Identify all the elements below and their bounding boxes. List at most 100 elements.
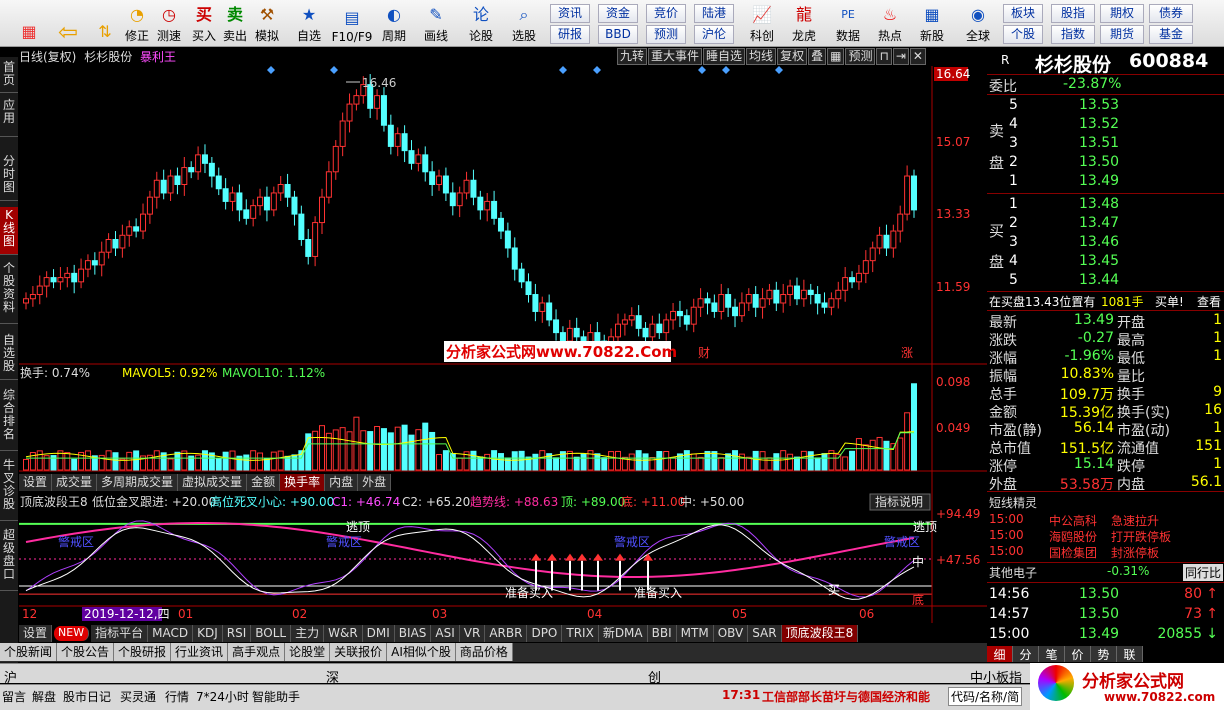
indicator-tab[interactable]: DPO bbox=[527, 625, 563, 642]
up-down-button[interactable]: ⇅ bbox=[92, 3, 118, 44]
options-button[interactable]: 期权 bbox=[1100, 4, 1144, 23]
shanghai-london-button[interactable]: 沪伦 bbox=[694, 25, 734, 44]
indicator-tab[interactable]: BBI bbox=[647, 625, 677, 642]
news-ticker[interactable]: 工信部部长苗圩与德国经济和能 bbox=[762, 688, 930, 705]
star-market-button[interactable]: 📈 科创 bbox=[744, 3, 780, 44]
tab-volume[interactable]: 成交量 bbox=[52, 474, 98, 491]
indicator-tab[interactable]: 新DMA bbox=[598, 625, 648, 642]
market-button[interactable]: 行情 bbox=[165, 688, 189, 705]
research-button[interactable]: 研报 bbox=[550, 25, 590, 44]
kline-chart-area[interactable]: 16.64 15.07 13.33 11.59 16.46 分析家公式网www.… bbox=[0, 48, 987, 644]
info-tab[interactable]: 论股堂 bbox=[285, 643, 331, 661]
info-tab[interactable]: 个股研报 bbox=[114, 643, 172, 661]
info-tab[interactable]: 个股新闻 bbox=[0, 643, 58, 661]
analysis-button[interactable]: 解盘 bbox=[32, 688, 56, 705]
sell-button[interactable]: 卖 卖出 bbox=[221, 3, 249, 44]
event-diamond-icon[interactable] bbox=[775, 66, 783, 74]
info-tab[interactable]: 行业资讯 bbox=[171, 643, 229, 661]
indicator-tab[interactable]: 主力 bbox=[291, 625, 325, 642]
speed-test-button[interactable]: ◷ 测速 bbox=[154, 3, 184, 44]
tab-turnover[interactable]: 换手率 bbox=[280, 474, 326, 491]
indicator-tab[interactable]: NEW bbox=[54, 626, 90, 641]
indices-button[interactable]: 指数 bbox=[1051, 25, 1095, 44]
info-tab[interactable]: 高手观点 bbox=[228, 643, 286, 661]
indicator-tab[interactable]: ARBR bbox=[485, 625, 528, 642]
news-24h-button[interactable]: 7*24小时 bbox=[196, 688, 249, 705]
indicator-tab[interactable]: TRIX bbox=[562, 625, 599, 642]
event-diamond-icon[interactable] bbox=[330, 66, 338, 74]
sell-level-row[interactable]: 4 13.52 bbox=[987, 116, 1224, 134]
big-order-more[interactable]: 查看 bbox=[1197, 293, 1221, 310]
futures-button[interactable]: 期货 bbox=[1100, 25, 1144, 44]
draw-line-button[interactable]: ✎ 画线 bbox=[418, 3, 454, 44]
tick-tab[interactable]: 笔 bbox=[1039, 646, 1065, 662]
event-diamond-icon[interactable] bbox=[559, 66, 567, 74]
home-button[interactable]: ▦ bbox=[14, 3, 44, 44]
info-tab[interactable]: 关联报价 bbox=[330, 643, 388, 661]
indicator-tab[interactable]: VR bbox=[459, 625, 486, 642]
indicator-tab[interactable]: ASI bbox=[431, 625, 460, 642]
indicator-tab[interactable]: BOLL bbox=[251, 625, 292, 642]
global-button[interactable]: ◉ 全球 bbox=[958, 3, 998, 44]
tab-outer[interactable]: 外盘 bbox=[358, 474, 392, 491]
tick-tab[interactable]: 分 bbox=[1013, 646, 1039, 662]
tick-tab[interactable]: 联 bbox=[1117, 646, 1143, 662]
spirit-title-row[interactable]: 短线精灵 bbox=[987, 494, 1224, 512]
buy-level-row[interactable]: 1 13.48 bbox=[987, 196, 1224, 214]
forum-button[interactable]: 论 论股 bbox=[464, 3, 498, 44]
event-finance-icon[interactable]: 财 bbox=[698, 346, 710, 360]
indicator-tab[interactable]: MACD bbox=[148, 625, 194, 642]
info-tab[interactable]: 个股公告 bbox=[57, 643, 115, 661]
indicator-tab[interactable]: RSI bbox=[222, 625, 252, 642]
fix-button[interactable]: ◔ 修正 bbox=[122, 3, 152, 44]
indicator-tab[interactable]: SAR bbox=[748, 625, 782, 642]
sector-button[interactable]: 板块 bbox=[1003, 4, 1043, 23]
index-futures-button[interactable]: 股指 bbox=[1051, 4, 1095, 23]
event-diamond-icon[interactable] bbox=[698, 66, 706, 74]
fund-button[interactable]: 资金 bbox=[598, 4, 638, 23]
sector-compare-button[interactable]: 同行比 bbox=[1183, 564, 1224, 581]
forecast-button[interactable]: 预测 bbox=[646, 25, 686, 44]
indicator-tab[interactable]: BIAS bbox=[394, 625, 432, 642]
back-button[interactable]: ⇦ bbox=[50, 3, 86, 44]
tab-virtual-volume[interactable]: 虚拟成交量 bbox=[178, 474, 248, 491]
stocks-button[interactable]: 个股 bbox=[1003, 25, 1043, 44]
buy-button[interactable]: 买 买入 bbox=[190, 3, 218, 44]
data-button[interactable]: PE 数据 bbox=[830, 3, 866, 44]
indicator-tab[interactable]: OBV bbox=[713, 625, 749, 642]
bbd-button[interactable]: BBD bbox=[598, 25, 638, 44]
indicator-tab[interactable]: 设置 bbox=[19, 625, 53, 642]
sell-level-row[interactable]: 3 13.51 bbox=[987, 135, 1224, 153]
hotspot-button[interactable]: ♨ 热点 bbox=[872, 3, 908, 44]
indicator-tab[interactable]: 顶底波段王8 bbox=[781, 625, 859, 642]
tab-amount[interactable]: 金额 bbox=[247, 474, 281, 491]
watchlist-button[interactable]: ★ 自选 bbox=[292, 3, 326, 44]
info-tab[interactable]: 商品价格 bbox=[455, 643, 513, 661]
buy-level-row[interactable]: 5 13.44 bbox=[987, 272, 1224, 290]
stock-picker-button[interactable]: ⌕ 选股 bbox=[504, 3, 544, 44]
tab-inner[interactable]: 内盘 bbox=[325, 474, 359, 491]
buy-level-row[interactable]: 3 13.46 bbox=[987, 234, 1224, 252]
sector-row[interactable]: 其他电子 -0.31% 同行比 bbox=[987, 564, 1224, 582]
bonds-button[interactable]: 债券 bbox=[1149, 4, 1193, 23]
auction-button[interactable]: 竞价 bbox=[646, 4, 686, 23]
diary-button[interactable]: 股市日记 bbox=[63, 688, 111, 705]
news-button[interactable]: 资讯 bbox=[550, 4, 590, 23]
event-limitup-icon[interactable]: 涨 bbox=[901, 345, 913, 360]
tick-tab[interactable]: 价 bbox=[1065, 646, 1091, 662]
event-diamond-icon[interactable] bbox=[722, 66, 730, 74]
indicator-tab[interactable]: W&R bbox=[324, 625, 363, 642]
sell-level-row[interactable]: 1 13.49 bbox=[987, 173, 1224, 191]
assistant-button[interactable]: 智能助手 bbox=[252, 688, 300, 705]
hk-link-button[interactable]: 陆港 bbox=[694, 4, 734, 23]
code-search-input[interactable]: 代码/名称/简 bbox=[948, 687, 1023, 706]
big-order-row[interactable]: 在买盘13.43位置有 1081手 买单! 查看 bbox=[987, 293, 1224, 311]
indicator-tab[interactable]: DMI bbox=[362, 625, 395, 642]
info-tab[interactable]: AI相似个股 bbox=[387, 643, 456, 661]
event-diamond-icon[interactable] bbox=[267, 66, 275, 74]
tick-tab[interactable]: 势 bbox=[1091, 646, 1117, 662]
simulate-button[interactable]: ⚒ 模拟 bbox=[252, 3, 282, 44]
buy-level-row[interactable]: 4 13.45 bbox=[987, 253, 1224, 271]
maitong-button[interactable]: 买灵通 bbox=[120, 688, 156, 705]
sell-level-row[interactable]: 2 13.50 bbox=[987, 154, 1224, 172]
